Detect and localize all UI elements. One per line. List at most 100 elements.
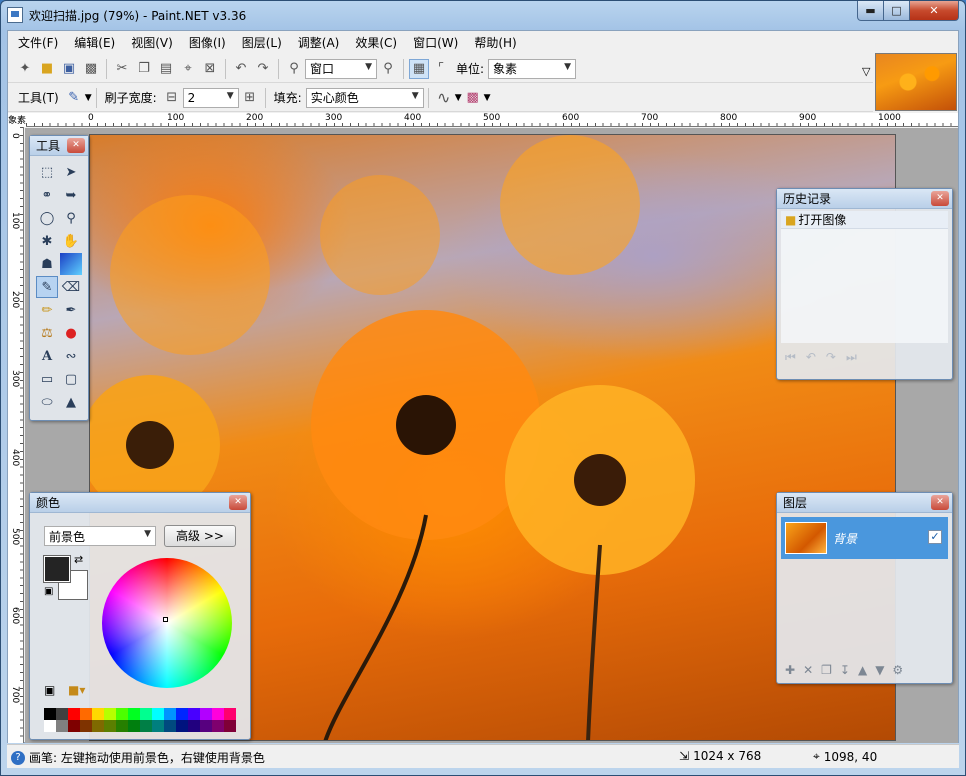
palette-swatch[interactable] xyxy=(188,708,200,720)
chevron-down-icon[interactable]: ▼ xyxy=(455,93,462,103)
advanced-button[interactable]: 高级 >> xyxy=(164,525,236,547)
close-icon[interactable]: ✕ xyxy=(229,495,247,510)
navigator-collapse-icon[interactable]: ▽ xyxy=(862,65,870,78)
menu-layers[interactable]: 图层(L) xyxy=(234,32,290,54)
palette-menu-icon[interactable]: ▣ xyxy=(44,683,55,697)
palette-swatch[interactable] xyxy=(164,708,176,720)
ellipse-select-icon[interactable]: ◯ xyxy=(36,207,58,229)
fast-forward-icon[interactable]: ⏭ xyxy=(846,350,857,365)
chevron-down-icon[interactable]: ▼ xyxy=(484,93,491,103)
brush-width-combo[interactable]: 2 ▼ xyxy=(182,87,239,108)
palette-swatch[interactable] xyxy=(140,720,152,732)
redo-icon[interactable]: ↷ xyxy=(826,350,836,364)
blend-mode-icon[interactable]: ▩ xyxy=(463,88,483,108)
delete-layer-icon[interactable]: ✕ xyxy=(803,663,813,677)
menu-window[interactable]: 窗口(W) xyxy=(405,32,466,54)
decrease-icon[interactable]: ⊟ xyxy=(162,88,182,108)
image-thumbnail[interactable] xyxy=(875,53,957,111)
grid-icon[interactable]: ▦ xyxy=(409,58,429,79)
palette-swatch[interactable] xyxy=(104,720,116,732)
palette-swatch[interactable] xyxy=(224,708,236,720)
add-to-palette-icon[interactable]: ■▾ xyxy=(68,683,85,697)
menu-edit[interactable]: 编辑(E) xyxy=(66,32,123,54)
palette-swatch[interactable] xyxy=(56,708,68,720)
palette-swatch[interactable] xyxy=(200,708,212,720)
freeform-shape-icon[interactable]: ▲ xyxy=(60,391,82,413)
merge-layer-icon[interactable]: ↧ xyxy=(840,663,850,677)
duplicate-layer-icon[interactable]: ❐ xyxy=(821,663,832,677)
layer-row[interactable]: 背景 ✓ xyxy=(781,517,948,559)
colors-panel-title[interactable]: 颜色 ✕ xyxy=(30,493,250,513)
menu-help[interactable]: 帮助(H) xyxy=(466,32,524,54)
antialias-icon[interactable]: ∿ xyxy=(434,88,454,108)
zoom-icon[interactable]: ⚲ xyxy=(60,207,82,229)
recolor-icon[interactable]: ● xyxy=(60,322,82,344)
pencil-icon[interactable]: ✏ xyxy=(36,299,58,321)
palette-swatch[interactable] xyxy=(128,720,140,732)
palette-swatch[interactable] xyxy=(80,720,92,732)
palette-swatch[interactable] xyxy=(164,720,176,732)
new-file-icon[interactable]: ✦ xyxy=(15,59,35,79)
rectangle-select-icon[interactable]: ⬚ xyxy=(36,161,58,183)
palette-swatch[interactable] xyxy=(116,720,128,732)
color-picker-icon[interactable]: ✒ xyxy=(60,299,82,321)
palette-swatch[interactable] xyxy=(128,708,140,720)
maximize-button[interactable]: □ xyxy=(883,1,910,21)
palette-swatch[interactable] xyxy=(68,720,80,732)
primary-color-swatch[interactable] xyxy=(43,555,71,583)
rewind-icon[interactable]: ⏮ xyxy=(785,350,796,365)
rulers-icon[interactable]: ⌜ xyxy=(431,59,451,79)
zoom-in-icon[interactable]: ⚲ xyxy=(378,59,398,79)
menu-image[interactable]: 图像(I) xyxy=(181,32,234,54)
move-layer-down-icon[interactable]: ▼ xyxy=(875,663,884,677)
rounded-rectangle-icon[interactable]: ▢ xyxy=(60,368,82,390)
tools-panel-title[interactable]: 工具 ✕ xyxy=(30,136,88,156)
menu-file[interactable]: 文件(F) xyxy=(10,32,66,54)
palette-swatch[interactable] xyxy=(56,720,68,732)
add-layer-icon[interactable]: ✚ xyxy=(785,663,795,677)
move-layer-up-icon[interactable]: ▲ xyxy=(858,663,867,677)
move-selection-icon[interactable]: ➤ xyxy=(60,161,82,183)
undo-icon[interactable]: ↶ xyxy=(231,59,251,79)
move-selected-icon[interactable]: ➥ xyxy=(60,184,82,206)
menu-effects[interactable]: 效果(C) xyxy=(347,32,405,54)
lasso-select-icon[interactable]: ⚭ xyxy=(36,184,58,206)
layer-properties-icon[interactable]: ⚙ xyxy=(892,663,903,677)
zoom-combo[interactable]: 窗口 ▼ xyxy=(305,58,377,79)
chevron-down-icon[interactable]: ▼ xyxy=(85,93,92,103)
paintbrush-icon[interactable]: ✎ xyxy=(36,276,58,298)
eraser-icon[interactable]: ⌫ xyxy=(60,276,82,298)
close-icon[interactable]: ✕ xyxy=(67,138,85,153)
brush-icon[interactable]: ✎ xyxy=(64,88,84,108)
tool-label[interactable]: 工具(T) xyxy=(14,89,63,106)
palette-swatch[interactable] xyxy=(44,708,56,720)
palette-swatch[interactable] xyxy=(152,720,164,732)
palette-swatch[interactable] xyxy=(116,708,128,720)
increase-icon[interactable]: ⊞ xyxy=(240,88,260,108)
text-icon[interactable]: A xyxy=(36,345,58,367)
palette-swatch[interactable] xyxy=(224,720,236,732)
units-combo[interactable]: 象素 ▼ xyxy=(488,58,577,79)
close-icon[interactable]: ✕ xyxy=(931,191,949,206)
zoom-out-icon[interactable]: ⚲ xyxy=(284,59,304,79)
palette-swatch[interactable] xyxy=(200,720,212,732)
palette-swatch[interactable] xyxy=(212,720,224,732)
redo-icon[interactable]: ↷ xyxy=(253,59,273,79)
menu-view[interactable]: 视图(V) xyxy=(123,32,181,54)
history-panel-title[interactable]: 历史记录 ✕ xyxy=(777,189,952,209)
color-mode-combo[interactable]: 前景色 ▼ xyxy=(44,526,156,546)
palette-swatch[interactable] xyxy=(176,708,188,720)
palette-swatch[interactable] xyxy=(80,708,92,720)
palette-swatch[interactable] xyxy=(68,708,80,720)
history-item[interactable]: ■ 打开图像 xyxy=(781,211,948,229)
palette-swatch[interactable] xyxy=(152,708,164,720)
layer-visibility-checkbox[interactable]: ✓ xyxy=(928,530,942,544)
fill-combo[interactable]: 实心颜色 ▼ xyxy=(305,87,424,108)
palette-swatch[interactable] xyxy=(140,708,152,720)
gradient-icon[interactable] xyxy=(60,253,82,275)
clone-stamp-icon[interactable]: ⚖ xyxy=(36,322,58,344)
reset-colors-icon[interactable]: ▣ xyxy=(44,586,53,597)
color-wheel[interactable] xyxy=(102,558,232,688)
print-icon[interactable]: ▩ xyxy=(81,59,101,79)
palette-swatch[interactable] xyxy=(92,708,104,720)
